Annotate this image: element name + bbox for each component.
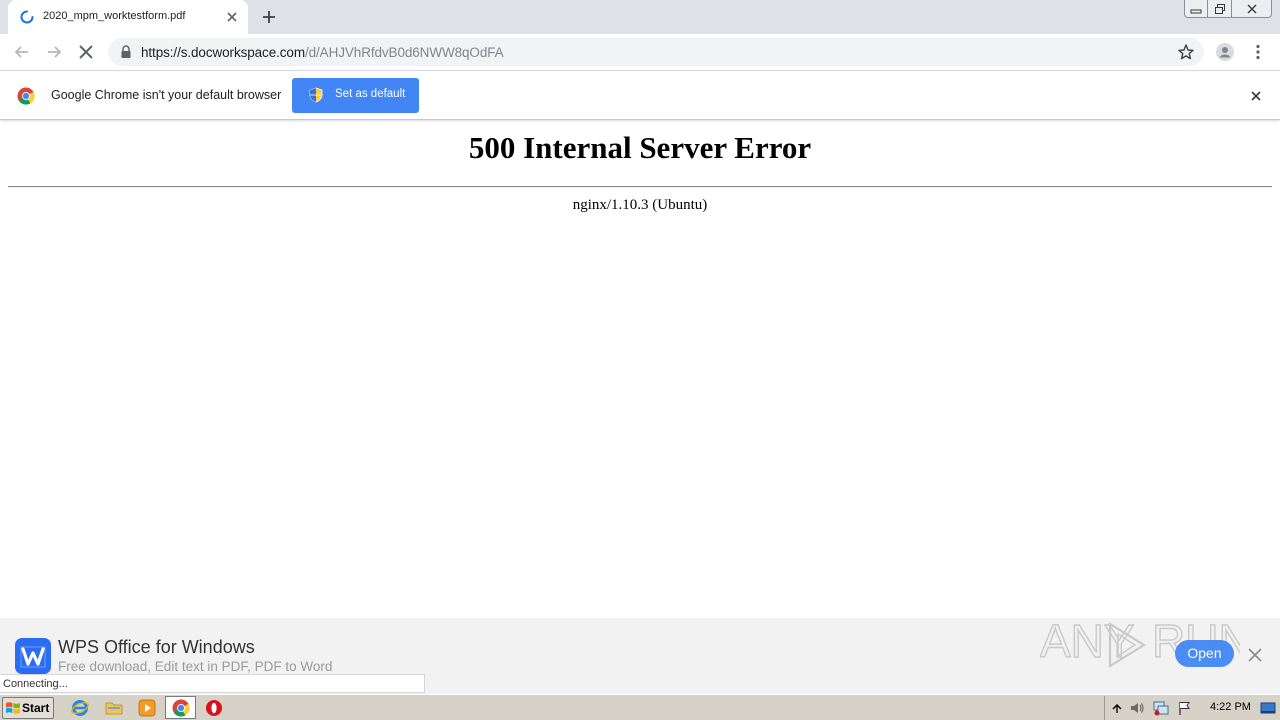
horizontal-rule (8, 186, 1272, 188)
start-label: Start (22, 701, 50, 715)
restore-button[interactable] (1208, 0, 1232, 18)
kebab-menu-icon[interactable] (1248, 42, 1268, 62)
minimize-icon (1190, 9, 1202, 13)
server-signature: nginx/1.10.3 (Ubuntu) (572, 197, 708, 213)
back-arrow-icon[interactable] (12, 42, 32, 62)
internet-explorer-icon[interactable] (70, 698, 90, 718)
tab-title: 2020_mpm_worktestform.pdf (43, 10, 186, 22)
show-desktop-icon[interactable] (1260, 700, 1276, 716)
forward-arrow-icon[interactable] (44, 42, 64, 62)
windows-flag-icon (6, 702, 20, 714)
wps-ad-subtitle: Free download, Edit text in PDF, PDF to … (58, 659, 333, 674)
banner-close-icon[interactable] (1247, 647, 1263, 663)
wps-logo-icon (15, 638, 51, 674)
volume-icon[interactable] (1129, 700, 1145, 716)
infobar-message: Google Chrome isn't your default browser (51, 88, 282, 102)
media-player-icon[interactable] (137, 698, 157, 718)
tab-strip: 2020_mpm_worktestform.pdf (0, 0, 1280, 34)
stop-loading-icon[interactable] (76, 42, 96, 62)
window-close-button[interactable] (1232, 0, 1272, 18)
default-browser-infobar: Google Chrome isn't your default browser… (0, 72, 1280, 120)
set-as-default-button[interactable]: Set as default (292, 78, 419, 113)
tray-chevron-icon[interactable] (1109, 700, 1125, 716)
new-tab-icon[interactable] (260, 8, 278, 26)
wps-open-button[interactable]: Open (1175, 640, 1234, 667)
wps-ad-title: WPS Office for Windows (58, 637, 255, 657)
profile-avatar-icon[interactable] (1215, 42, 1235, 62)
lock-icon (121, 45, 131, 58)
bookmark-star-icon[interactable] (1177, 43, 1195, 61)
status-bubble: Connecting... (0, 674, 425, 693)
url-text[interactable]: https://s.docworkspace.com/d/AHJVhRfdvB0… (141, 45, 504, 60)
chrome-logo-icon (17, 87, 35, 105)
url-path: /d/AHJVhRfdvB0d6NWW8qOdFA (304, 45, 504, 60)
window-close-icon (1247, 4, 1256, 13)
network-icon[interactable] (1153, 700, 1169, 716)
chrome-taskbar-button[interactable] (165, 696, 196, 719)
address-bar[interactable]: https://s.docworkspace.com/d/AHJVhRfdvB0… (108, 38, 1204, 66)
tab-loading-spinner-icon (20, 10, 34, 24)
window-controls (1184, 0, 1272, 18)
tab-close-icon[interactable] (224, 9, 240, 25)
browser-toolbar: https://s.docworkspace.com/d/AHJVhRfdvB0… (0, 34, 1280, 71)
uac-shield-icon (309, 87, 323, 103)
error-heading: 500 Internal Server Error (468, 130, 812, 165)
set-as-default-label: Set as default (335, 88, 406, 100)
opera-icon[interactable] (204, 698, 224, 718)
taskbar-clock[interactable]: 4:22 PM (1210, 701, 1251, 713)
windows-taskbar: Start 4:22 PM (0, 694, 1280, 720)
folder-icon[interactable] (104, 698, 124, 718)
url-host: https://s.docworkspace.com (141, 45, 305, 60)
system-tray: 4:22 PM (1104, 696, 1280, 720)
action-center-flag-icon[interactable] (1177, 700, 1193, 716)
minimize-button[interactable] (1184, 0, 1208, 18)
start-button[interactable]: Start (2, 697, 54, 719)
browser-tab[interactable]: 2020_mpm_worktestform.pdf (8, 0, 248, 34)
restore-icon (1214, 3, 1225, 14)
infobar-close-icon[interactable] (1248, 88, 1264, 104)
chrome-taskbar-icon (172, 699, 190, 717)
